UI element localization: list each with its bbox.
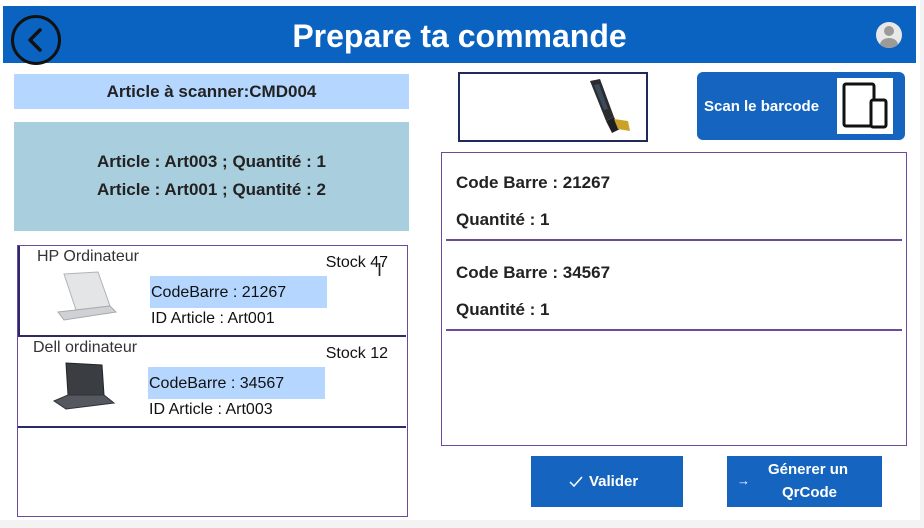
text-cursor-icon: I (377, 260, 383, 280)
laptop-icon (52, 362, 116, 410)
product-card[interactable]: Dell ordinateur Stock 12 CodeBarre : 345… (18, 337, 406, 427)
scanned-quantity: Quantité : 1 (456, 210, 550, 229)
row-divider (446, 239, 902, 241)
header-bar: Prepare ta commande (3, 6, 916, 65)
order-articles-panel: Article : Art003 ; Quantité : 1 Article … (14, 122, 409, 231)
check-icon (569, 476, 583, 488)
handheld-scanner-icon (590, 79, 630, 133)
product-id: ID Article : Art003 (149, 401, 273, 418)
validate-button[interactable]: Valider (531, 456, 683, 507)
app: Prepare ta commande Article à scanner:CM… (0, 0, 920, 520)
user-avatar-icon[interactable] (876, 22, 902, 48)
scanned-quantity: Quantité : 1 (456, 300, 550, 319)
product-id: ID Article : Art001 (151, 310, 275, 327)
scan-barcode-label: Scan le barcode (704, 98, 820, 115)
arrow-right-icon: → (737, 473, 750, 488)
order-article-line: Article : Art003 ; Quantité : 1 (97, 152, 326, 171)
order-article-line: Article : Art001 ; Quantité : 2 (97, 180, 326, 199)
product-stock: Stock 12 (325, 345, 388, 362)
qrcode-label-line2: QrCode (782, 484, 838, 501)
product-gallery: HP Ordinateur Stock 47 I CodeBarre : 212… (17, 245, 408, 517)
product-barcode: CodeBarre : 21267 (151, 284, 287, 301)
product-name: HP Ordinateur (37, 248, 139, 265)
scan-target-label: Article à scanner:CMD004 (14, 74, 409, 109)
scanner-panel (458, 72, 648, 142)
tablet-phone-icon (837, 78, 893, 134)
product-barcode: CodeBarre : 34567 (149, 375, 285, 392)
page-title: Prepare ta commande (292, 18, 627, 54)
laptop-icon (57, 271, 118, 321)
row-divider (446, 329, 902, 331)
scan-barcode-button[interactable]: Scan le barcode (697, 72, 905, 140)
product-card[interactable]: HP Ordinateur Stock 47 I CodeBarre : 212… (18, 246, 406, 336)
validate-label: Valider (589, 473, 639, 490)
scanned-barcode: Code Barre : 21267 (456, 173, 611, 192)
qrcode-label-line1: Génerer un (768, 461, 849, 478)
row-divider (18, 426, 406, 428)
generate-qrcode-button[interactable]: → Génerer un QrCode (727, 456, 882, 507)
scanned-items-list: Code Barre : 21267 Quantité : 1 Code Bar… (441, 152, 907, 446)
product-name: Dell ordinateur (33, 339, 138, 356)
scanned-barcode: Code Barre : 34567 (456, 263, 611, 282)
